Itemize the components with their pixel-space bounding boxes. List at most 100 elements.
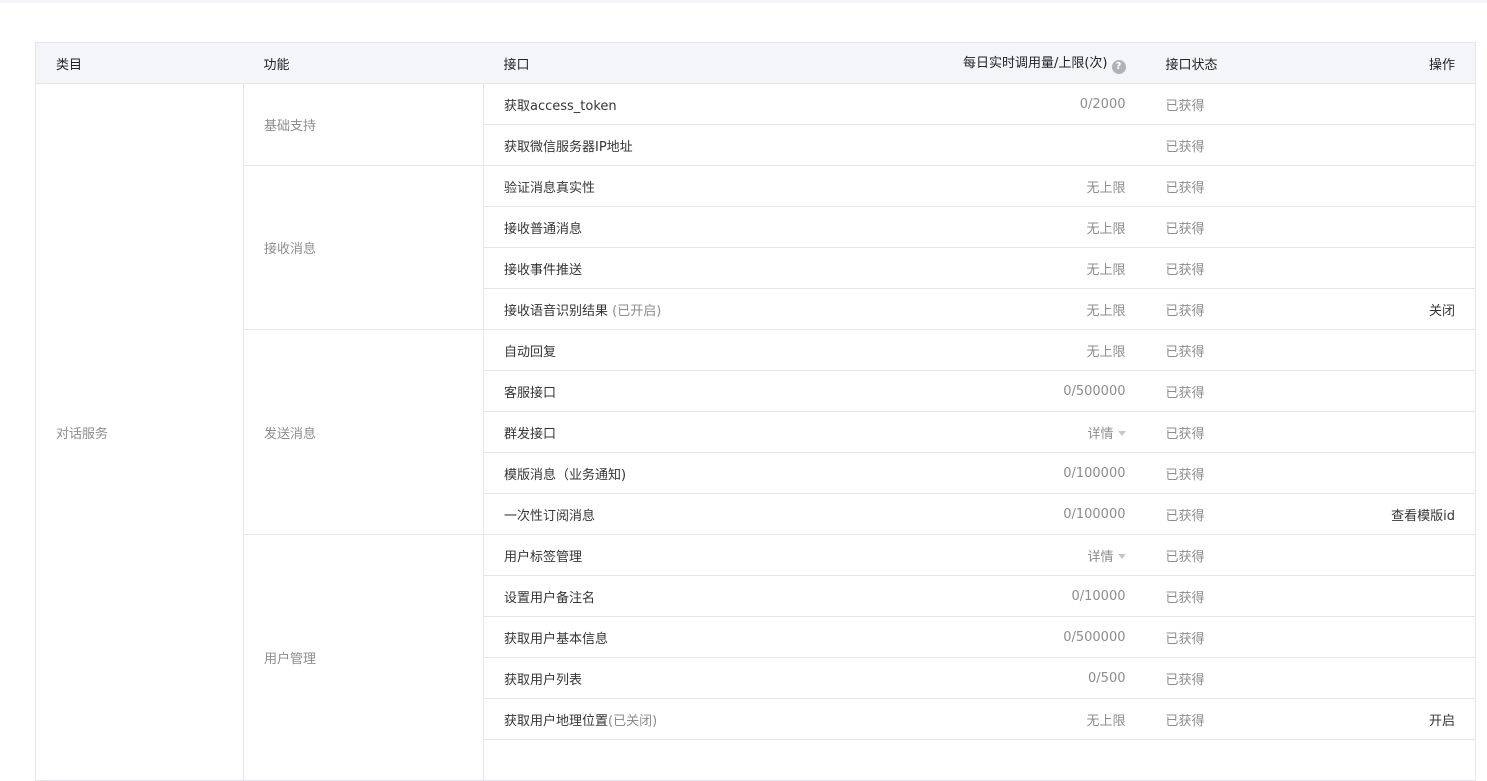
action-link[interactable]: 查看模版id [1391,509,1455,524]
status-cell: 已获得 [1145,534,1296,576]
action-cell [1295,206,1476,248]
limit-cell: 无上限 [939,165,1146,207]
table-row: 接收消息 验证消息真实性 无上限 已获得 [36,165,1476,330]
caret-down-icon[interactable] [1117,553,1126,559]
api-cell: 设置用户备注名 [483,575,940,617]
limit-value: 无上限 [1086,262,1126,278]
action-cell: 查看模版id [1295,493,1476,535]
limit-value: 无上限 [1086,344,1126,360]
action-cell: 关闭 [1295,288,1476,330]
api-cell: 一次性订阅消息 [483,493,940,535]
function-cell: 接收消息 [243,165,484,330]
action-cell [1295,370,1476,412]
limit-details-toggle[interactable]: 详情 [1087,550,1113,565]
status-cell: 已获得 [1145,452,1296,494]
limit-cell: 0/100000 [939,452,1146,494]
api-name: 群发接口 [504,426,557,442]
api-cell: 自动回复 [483,329,940,371]
category-cell: 对话服务 [35,83,244,781]
header-category: 类目 [35,42,244,84]
status-cell: 已获得 [1145,616,1296,658]
limit-value: 无上限 [1086,221,1126,237]
function-cell: 用户管理 [243,534,484,781]
status-cell: 已获得 [1145,493,1296,535]
api-cell: 用户标签管理 [483,534,940,576]
limit-cell: 无上限 [939,329,1146,371]
header-action: 操作 [1295,42,1476,84]
api-cell: 群发接口 [483,411,940,453]
api-name: 验证消息真实性 [504,180,596,196]
header-limit: 每日实时调用量/上限(次)? [939,42,1146,84]
api-name: 接收事件推送 [504,262,583,278]
limit-cell[interactable]: 详情 [939,534,1146,576]
api-cell: 获取用户基本信息 [483,616,940,658]
limit-cell: 无上限 [939,698,1146,740]
limit-cell[interactable]: 详情 [939,411,1146,453]
function-cell: 发送消息 [243,329,484,535]
limit-cell: 0/500000 [939,370,1146,412]
status-cell: 已获得 [1145,206,1296,248]
api-name: 用户标签管理 [504,549,583,565]
status-cell: 已获得 [1145,165,1296,207]
action-link[interactable]: 关闭 [1429,304,1455,319]
status-cell: 已获得 [1145,288,1296,330]
action-cell [1295,83,1476,125]
api-cell: 接收普通消息 [483,206,940,248]
action-cell [1295,165,1476,207]
action-cell [1295,739,1476,781]
api-cell: 客服接口 [483,370,940,412]
status-cell: 已获得 [1145,575,1296,617]
limit-value: 无上限 [1086,303,1126,319]
api-name: 设置用户备注名 [504,590,596,606]
api-name: 获取用户列表 [504,672,583,688]
api-name: 自动回复 [504,344,557,360]
table-header: 类目 功能 接口 每日实时调用量/上限(次)? 接口状态 操作 [35,42,1476,84]
api-permissions-table: 类目 功能 接口 每日实时调用量/上限(次)? 接口状态 操作 对话服务 基础支持… [35,42,1476,781]
api-cell: 接收语音识别结果 (已开启) [483,288,940,330]
limit-cell: 0/500000 [939,616,1146,658]
table-row: 发送消息 自动回复 无上限 已获得 [36,329,1476,535]
status-cell: 已获得 [1145,83,1296,125]
top-divider [0,0,1487,3]
header-api: 接口 [483,42,940,84]
action-cell [1295,452,1476,494]
action-cell [1295,616,1476,658]
table-row: 用户管理 用户标签管理 详情 已获得 [36,534,1476,781]
table-row: 对话服务 基础支持 获取access_token 0/2000 已获得 [35,83,1476,781]
api-permissions-table-container: 类目 功能 接口 每日实时调用量/上限(次)? 接口状态 操作 对话服务 基础支持… [35,42,1476,781]
caret-down-icon[interactable] [1117,430,1126,436]
api-name: 接收语音识别结果 [504,303,609,319]
limit-value: 0/500000 [1063,383,1126,399]
limit-cell: 无上限 [939,288,1146,330]
action-cell [1295,534,1476,576]
status-cell: 已获得 [1145,124,1296,166]
action-cell [1295,247,1476,289]
table-body: 对话服务 基础支持 获取access_token 0/2000 已获得 获取微信服务器IP… [35,83,1476,781]
action-cell [1295,124,1476,166]
action-link[interactable]: 开启 [1429,714,1455,729]
status-cell: 已获得 [1145,329,1296,371]
limit-cell: 0/100000 [939,493,1146,535]
api-cell: 接收事件推送 [483,247,940,289]
status-cell: 已获得 [1145,411,1296,453]
action-cell: 开启 [1295,698,1476,740]
action-cell [1295,657,1476,699]
limit-cell: 无上限 [939,206,1146,248]
header-status: 接口状态 [1145,42,1296,84]
limit-value: 0/500 [1088,670,1126,686]
api-cell: 模版消息（业务通知) [483,452,940,494]
api-cell: 获取用户地理位置(已关闭) [483,698,940,740]
status-cell: 已获得 [1145,370,1296,412]
status-cell: 已获得 [1145,247,1296,289]
limit-value: 0/100000 [1063,465,1126,481]
header-function: 功能 [243,42,484,84]
api-note: (已关闭) [608,713,658,729]
question-circle-icon[interactable]: ? [1111,60,1126,74]
api-name: 获取用户基本信息 [504,631,609,647]
limit-cell [939,124,1146,166]
api-cell: 获取access_token [483,83,940,125]
limit-value: 0/500000 [1063,629,1126,645]
limit-details-toggle[interactable]: 详情 [1087,427,1113,442]
api-cell: 验证消息真实性 [483,165,940,207]
limit-cell [939,739,1146,781]
